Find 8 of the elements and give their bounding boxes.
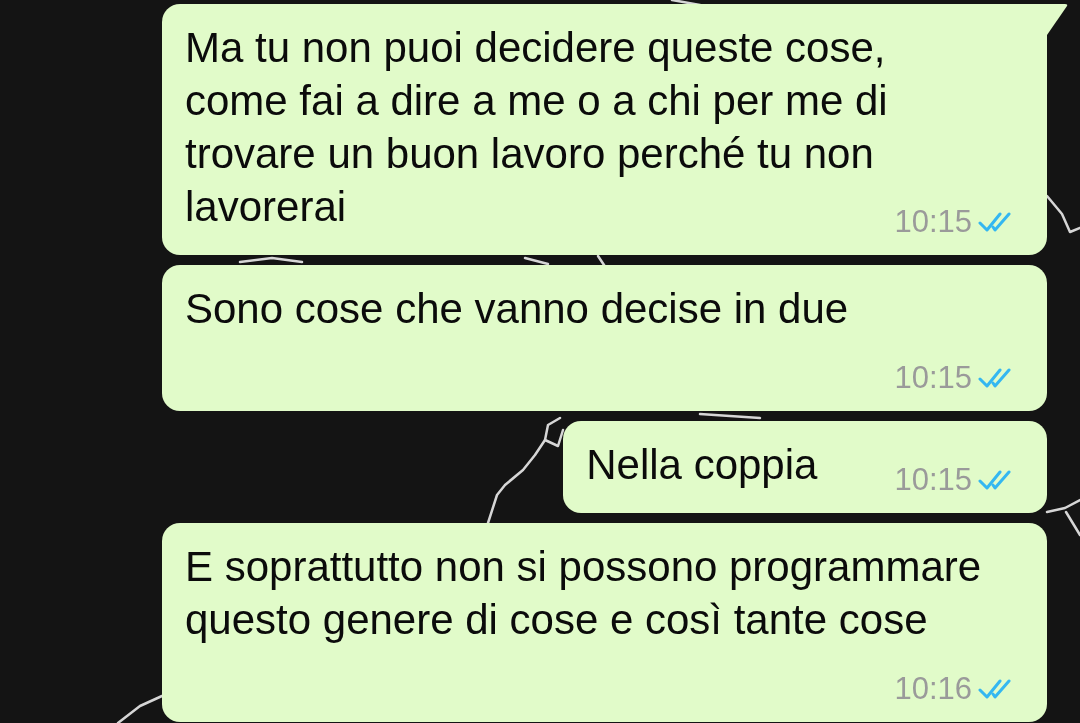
message-time: 10:15 xyxy=(894,204,972,240)
message-time: 10:15 xyxy=(894,462,972,498)
message-time: 10:15 xyxy=(894,360,972,396)
message-time: 10:16 xyxy=(894,671,972,707)
message-text: Ma tu non puoi decidere queste cose, come fai a dire a me o a chi per me di trovare un buon lavoro perché tu non lavorerai xyxy=(185,24,888,230)
message-text: E soprattutto non si possono programmare questo genere di cose e così tante cose xyxy=(185,543,982,643)
message-text: Nella coppia xyxy=(586,441,818,488)
message-text: Sono cose che vanno decise in due xyxy=(185,285,849,332)
